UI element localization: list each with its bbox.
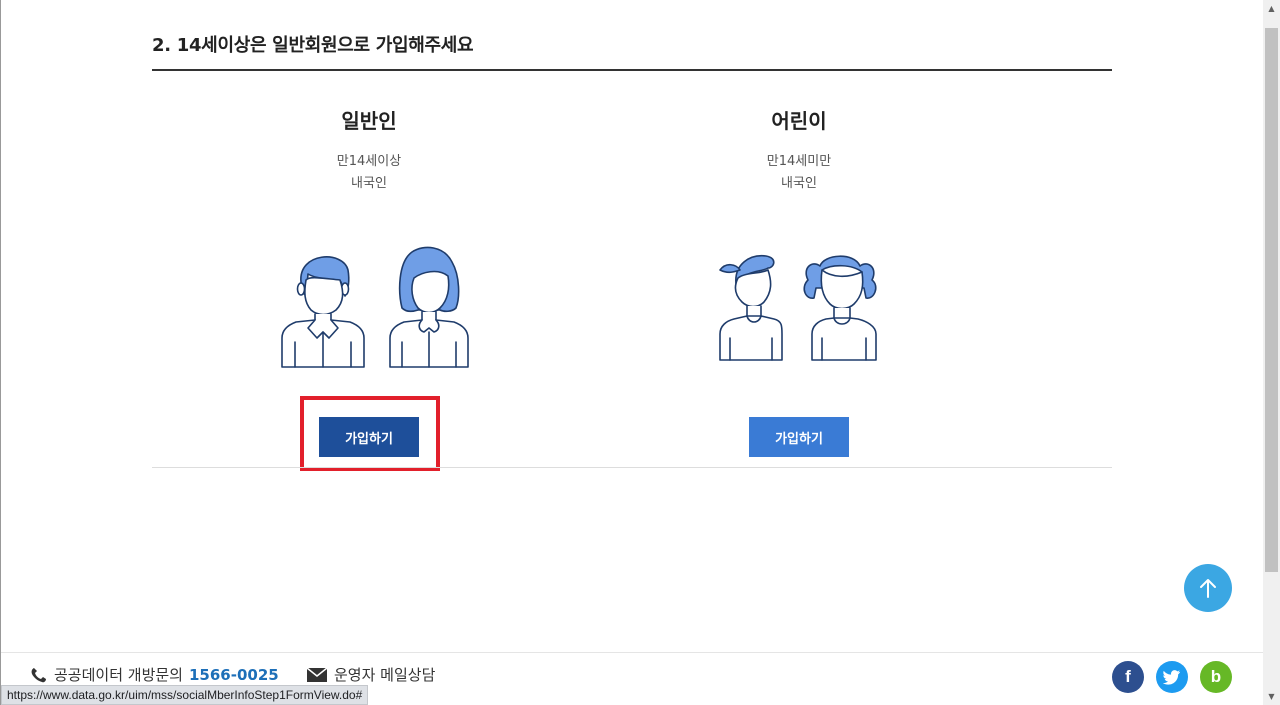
status-bar-url: https://www.data.go.kr/uim/mss/socialMbe… <box>1 685 369 705</box>
option-child-desc: 만14세미만 내국인 <box>649 151 949 195</box>
scroll-thumb[interactable] <box>1265 28 1278 572</box>
contact-label: 공공데이터 개방문의 <box>54 666 183 684</box>
facebook-icon[interactable]: f <box>1112 661 1144 693</box>
option-general: 일반인 만14세이상 내국인 <box>219 105 519 195</box>
footer-divider <box>1 652 1263 653</box>
band-icon[interactable]: b <box>1200 661 1232 693</box>
mail-icon <box>306 666 328 682</box>
option-child-nationality: 내국인 <box>781 176 817 191</box>
twitter-bird-icon <box>1163 669 1181 685</box>
boy-girl-icon <box>719 255 877 361</box>
option-general-title: 일반인 <box>341 109 397 133</box>
footer-mail[interactable]: 운영자 메일상담 <box>306 664 435 685</box>
phone-icon <box>31 667 46 682</box>
option-general-nationality: 내국인 <box>351 176 387 191</box>
join-child-button[interactable]: 가입하기 <box>749 417 849 457</box>
scroll-up-arrow-icon[interactable]: ▲ <box>1263 0 1280 17</box>
scroll-down-arrow-icon[interactable]: ▼ <box>1263 688 1280 705</box>
vertical-scrollbar[interactable]: ▲ ▼ <box>1263 0 1280 705</box>
option-child-age: 만14세미만 <box>766 154 832 169</box>
window-border <box>0 0 1 705</box>
footer-contact: 공공데이터 개방문의 1566-0025 <box>30 664 279 685</box>
join-general-button[interactable]: 가입하기 <box>319 417 419 457</box>
scroll-to-top-button[interactable] <box>1184 564 1232 612</box>
mail-label: 운영자 메일상담 <box>334 666 436 684</box>
arrow-up-icon <box>1200 579 1216 598</box>
section-title: 2. 14세이상은 일반회원으로 가입해주세요 <box>152 35 474 56</box>
title-divider <box>152 69 1112 71</box>
twitter-icon[interactable] <box>1156 661 1188 693</box>
option-child-title: 어린이 <box>771 109 827 133</box>
contact-phone[interactable]: 1566-0025 <box>189 666 279 684</box>
option-child: 어린이 만14세미만 내국인 <box>649 105 949 195</box>
options-divider <box>152 467 1112 468</box>
option-general-age: 만14세이상 <box>336 154 402 169</box>
option-general-desc: 만14세이상 내국인 <box>219 151 519 195</box>
adult-man-woman-icon <box>281 246 469 368</box>
